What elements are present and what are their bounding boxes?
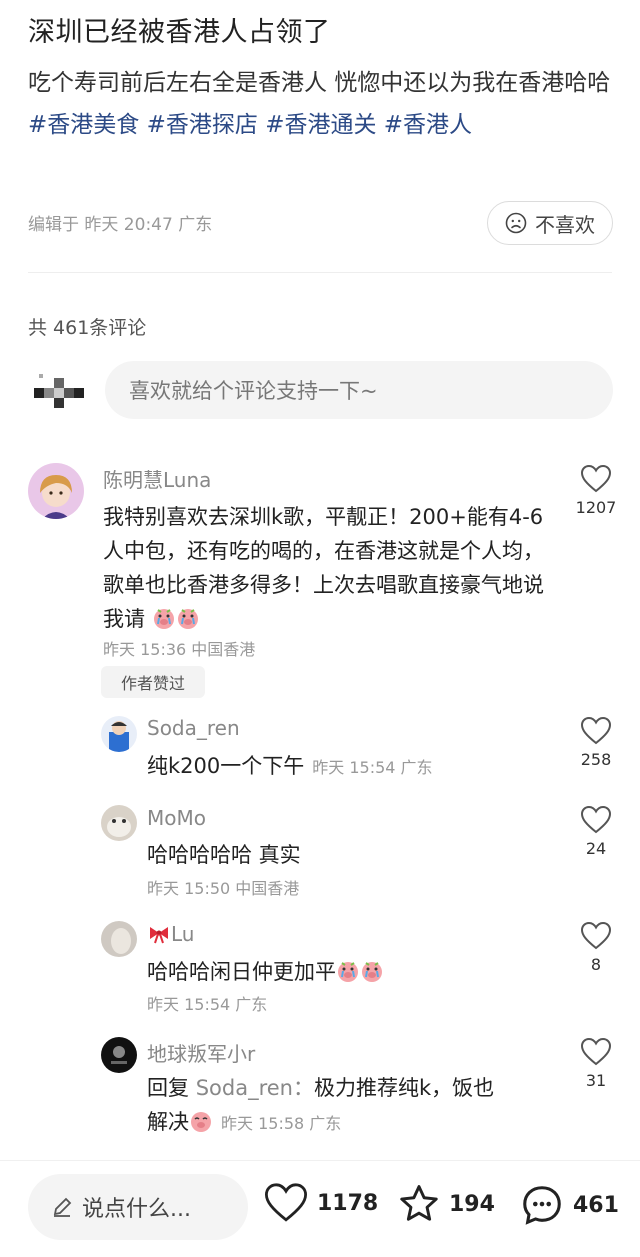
like-action[interactable]: 1178 (263, 1182, 378, 1224)
tag-hk-food[interactable]: #香港美食 (28, 112, 139, 138)
crying-pig-emoji (338, 962, 358, 982)
post-body-text: 吃个寿司前后左右全是香港人 恍惚中还以为我在香港哈哈 (28, 70, 611, 96)
crying-pig-emoji (177, 609, 198, 629)
comment-like[interactable]: 1207 (566, 464, 626, 517)
comment-username[interactable]: 地球叛军小r (147, 1038, 255, 1067)
comment-meta: 昨天 15:58 广东 (221, 1114, 342, 1133)
comment-like[interactable]: 8 (566, 921, 626, 974)
star-icon[interactable] (397, 1182, 441, 1226)
crying-pig-emoji (362, 962, 382, 982)
dislike-button[interactable]: 不喜欢 (487, 201, 613, 245)
dislike-label: 不喜欢 (535, 212, 595, 237)
post-body: 吃个寿司前后左右全是香港人 恍惚中还以为我在香港哈哈 #香港美食 #香港探店 #… (28, 62, 618, 146)
comment-like[interactable]: 258 (566, 716, 626, 769)
red-bow-icon (150, 927, 168, 944)
like-count: 1207 (575, 498, 617, 517)
comment-meta: 昨天 15:36 中国香港 (103, 640, 256, 659)
comment-body-cont: 解决 (147, 1110, 189, 1134)
comment-bubble-icon[interactable] (519, 1182, 565, 1228)
avatar[interactable] (101, 1037, 137, 1073)
heart-icon[interactable] (580, 716, 612, 746)
comment-total: 461 (573, 1192, 619, 1218)
bottom-divider (0, 1160, 640, 1161)
avatar[interactable] (101, 921, 137, 957)
tag-hk-explore[interactable]: #香港探店 (147, 112, 258, 138)
comment-count: 共 461条评论 (28, 317, 147, 339)
pencil-icon (53, 1197, 72, 1217)
tag-hk-people[interactable]: #香港人 (384, 112, 472, 138)
favorite-action[interactable]: 194 (397, 1182, 495, 1226)
heart-icon[interactable] (580, 805, 612, 835)
comment-meta: 昨天 15:54 广东 (312, 758, 433, 777)
like-count: 8 (590, 955, 602, 974)
comment-username[interactable]: 陈明慧Luna (103, 464, 211, 493)
comment-username[interactable]: MoMo (147, 806, 206, 830)
reply-to-user[interactable]: Soda_ren： (196, 1076, 314, 1100)
comment-text: 纯k200一个下午 昨天 15:54 广东 (147, 749, 547, 785)
crying-pig-emoji (153, 609, 174, 629)
comment-like[interactable]: 24 (566, 805, 626, 858)
post-edited-meta: 编辑于 昨天 20:47 广东 (28, 215, 213, 235)
like-count: 31 (585, 1071, 607, 1090)
favorite-total: 194 (449, 1191, 495, 1217)
avatar[interactable] (28, 463, 84, 519)
comment-text: 回复 Soda_ren：极力推荐纯k，饭也 解决 昨天 15:58 广东 (147, 1071, 567, 1141)
comment-text: 哈哈哈哈哈 真实 (147, 843, 301, 867)
post-title: 深圳已经被香港人占领了 (28, 17, 331, 48)
comment-text: 哈哈哈闲日仲更加平 (147, 955, 547, 989)
comment-meta: 昨天 15:50 中国香港 (147, 879, 300, 898)
comment-body: 哈哈哈闲日仲更加平 (147, 960, 336, 984)
comment-username[interactable]: Lu (147, 922, 194, 946)
like-count: 258 (580, 750, 612, 769)
comment-body: 纯k200一个下午 (147, 754, 305, 778)
bottom-input-placeholder: 说点什么... (82, 1197, 191, 1222)
divider (28, 272, 612, 273)
avatar[interactable] (101, 805, 137, 841)
comment-username[interactable]: Soda_ren (147, 716, 240, 740)
comment-action[interactable]: 461 (519, 1182, 619, 1228)
heart-icon[interactable] (580, 464, 612, 494)
reply-prefix: 回复 (147, 1076, 189, 1100)
comment-text: 我特别喜欢去深圳k歌，平靓正！200+能有4-6人中包，还有吃的喝的，在香港这就… (103, 500, 553, 636)
comment-body: 极力推荐纯k，饭也 (313, 1076, 495, 1100)
heart-icon[interactable] (580, 921, 612, 951)
avatar[interactable] (101, 716, 137, 752)
heart-icon[interactable] (580, 1037, 612, 1067)
like-count: 24 (585, 839, 607, 858)
heart-icon[interactable] (263, 1182, 309, 1224)
bottom-comment-input[interactable]: 说点什么... (28, 1174, 248, 1240)
my-avatar (34, 374, 84, 408)
comment-meta: 昨天 15:54 广东 (147, 995, 268, 1014)
comment-like[interactable]: 31 (566, 1037, 626, 1090)
comment-input[interactable]: 喜欢就给个评论支持一下~ (105, 361, 613, 419)
author-liked-badge: 作者赞过 (101, 666, 205, 698)
comment-username-text: Lu (171, 922, 195, 946)
tag-hk-border[interactable]: #香港通关 (265, 112, 376, 138)
sad-face-icon (505, 212, 527, 234)
like-total: 1178 (317, 1190, 379, 1216)
smiling-pig-emoji (191, 1112, 211, 1132)
